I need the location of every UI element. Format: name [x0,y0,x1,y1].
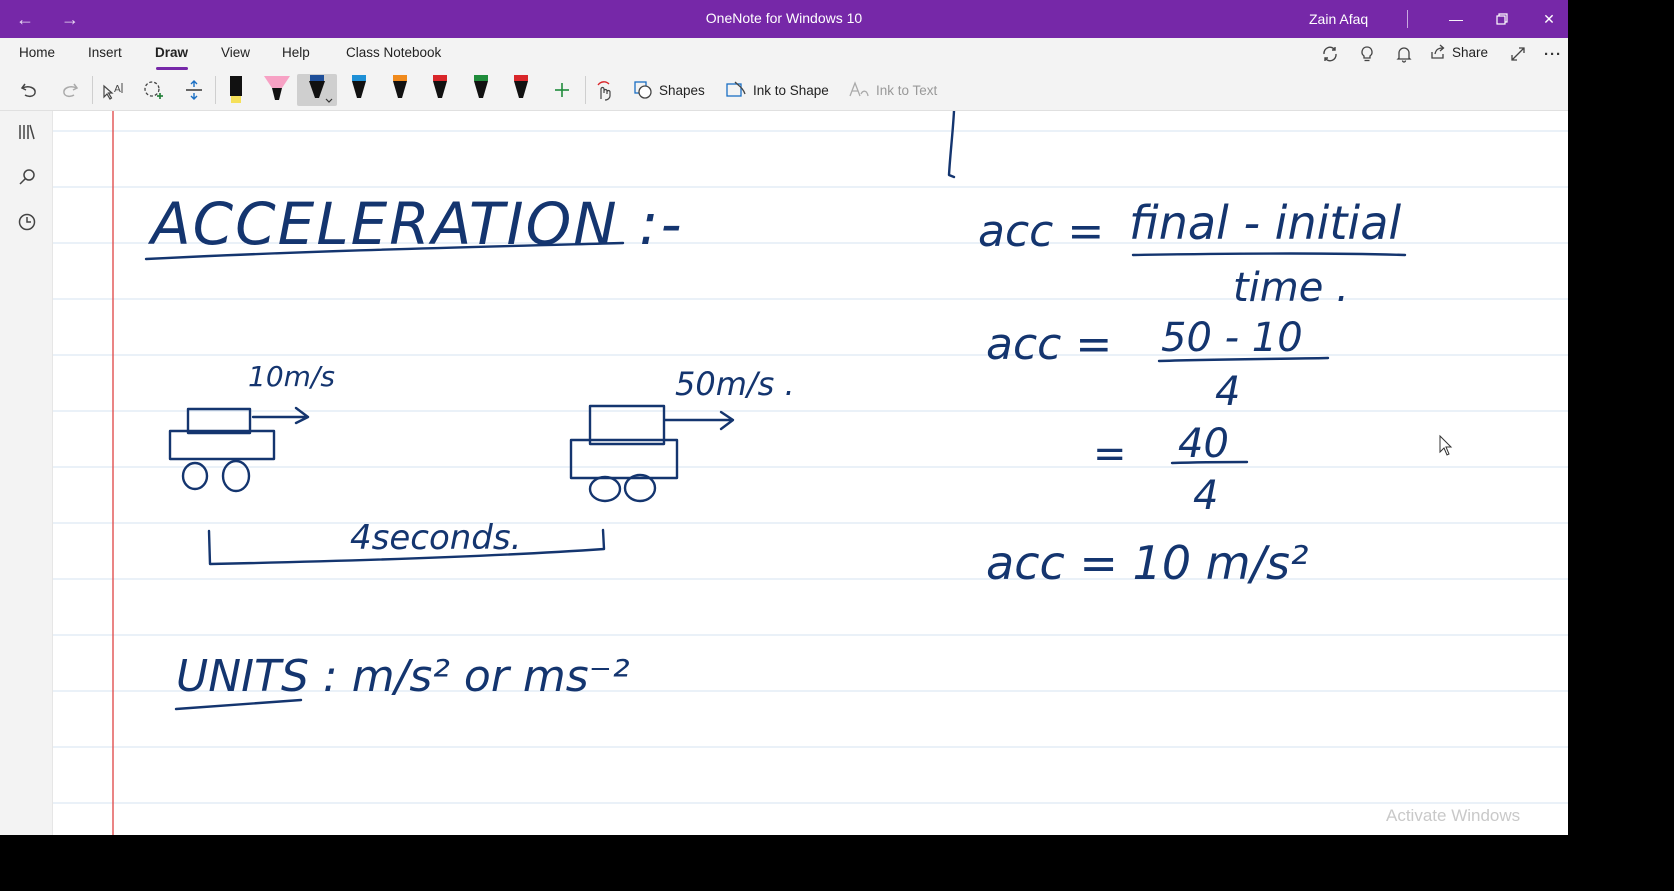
highlighter-yellow[interactable] [222,74,250,106]
share-button[interactable]: Share [1430,44,1488,60]
fraction-bar-1 [1131,252,1407,257]
redo-icon[interactable] [57,74,83,106]
share-icon [1431,44,1445,59]
ribbon-tabs: Home Insert Draw View Help Class Noteboo… [0,38,1568,70]
title-divider [1407,10,1408,28]
search-icon[interactable] [14,164,40,190]
pen-green[interactable] [469,74,493,106]
formula-acc-label-2: acc = [986,319,1112,370]
shapes-button[interactable]: Shapes [633,74,709,106]
ink-to-text-button[interactable]: Ink to Text [848,74,944,106]
more-options-icon[interactable]: ··· [1541,43,1565,65]
onenote-window: ← → OneNote for Windows 10 Zain Afaq — ✕… [0,0,1568,835]
ink-to-shape-icon [726,81,746,97]
lasso-select-icon[interactable] [140,74,166,106]
car2-cabin [588,404,666,446]
shapes-icon [634,81,652,99]
mouse-cursor-icon [1439,434,1453,456]
toolbar-divider [92,76,93,104]
start-speed-label: 10m/s [248,360,335,393]
sync-icon[interactable] [1318,43,1342,65]
undo-icon[interactable] [16,74,42,106]
pen-lightblue[interactable] [347,74,371,106]
tab-class-notebook[interactable]: Class Notebook [346,45,441,60]
note-page[interactable]: ACCELERATION :- 10m/s 50m/s . 4seconds. … [53,111,1568,835]
bell-icon[interactable] [1392,43,1416,65]
ink-to-text-label: Ink to Text [876,82,938,98]
draw-toolbar: A Shapes Ink to Shape Ink to Text [0,70,1568,111]
tab-help[interactable]: Help [282,45,310,60]
lightbulb-icon[interactable] [1355,43,1379,65]
car2-wheel-front [588,475,622,503]
pen-darkblue-selected[interactable] [297,74,337,106]
minimize-icon[interactable]: — [1441,8,1471,30]
add-pen-icon[interactable] [550,74,574,106]
pen-orange[interactable] [388,74,412,106]
title-bar: ← → OneNote for Windows 10 Zain Afaq — ✕ [0,0,1568,38]
end-speed-label: 50m/s . [675,365,795,403]
type-select-icon[interactable]: A [99,74,127,106]
notebooks-icon[interactable] [14,119,40,145]
formula-denominator-1: time . [1233,265,1349,311]
tab-insert[interactable]: Insert [88,45,122,60]
svg-text:A: A [114,84,121,95]
ink-stroke-top [947,111,956,179]
shapes-label: Shapes [659,82,705,98]
activate-windows-watermark: Activate Windows [1386,806,1521,825]
toolbar-divider [215,76,216,104]
units-text: UNITS : m/s² or ms⁻² [176,651,630,702]
tab-draw[interactable]: Draw [155,45,188,60]
ink-to-shape-button[interactable]: Ink to Shape [725,74,833,106]
close-icon[interactable]: ✕ [1534,8,1564,30]
expand-icon[interactable] [1506,43,1530,65]
restore-icon[interactable] [1487,8,1517,30]
car2-arrow [663,410,735,431]
add-space-icon[interactable] [181,74,207,106]
car2-body [569,438,679,480]
highlighter-pink[interactable] [260,74,294,106]
user-name[interactable]: Zain Afaq [1309,11,1368,27]
heading-acceleration: ACCELERATION :- [147,190,684,258]
ink-canvas: ACCELERATION :- 10m/s 50m/s . 4seconds. … [53,111,1568,835]
car1-cabin [186,407,252,435]
duration-label: 4seconds. [350,518,521,558]
formula-result: acc = 10 m/s² [986,536,1308,590]
recent-notes-icon[interactable] [14,209,40,235]
formula-denominator-2: 4 [1215,369,1240,415]
formula-acc-label-1: acc = [978,206,1104,257]
formula-equals-3: = [1093,431,1127,477]
car1-body [168,429,276,461]
formula-numerator-2: 50 - 10 [1161,315,1303,361]
car1-arrow [251,406,310,425]
tab-view[interactable]: View [221,45,250,60]
ink-to-text-icon [849,81,869,97]
pen-red-2[interactable] [509,74,533,106]
draw-with-touch-icon[interactable] [591,74,617,106]
toolbar-divider [585,76,586,104]
ink-to-shape-label: Ink to Shape [753,82,829,98]
pen-red[interactable] [428,74,452,106]
left-navigation [0,111,53,835]
share-label: Share [1452,44,1489,60]
formula-numerator-3: 40 [1178,421,1229,467]
formula-denominator-3: 4 [1193,473,1218,519]
formula-numerator-1: final - initial [1129,196,1401,250]
tab-home[interactable]: Home [19,45,55,60]
car1-wheel-back [221,459,251,493]
